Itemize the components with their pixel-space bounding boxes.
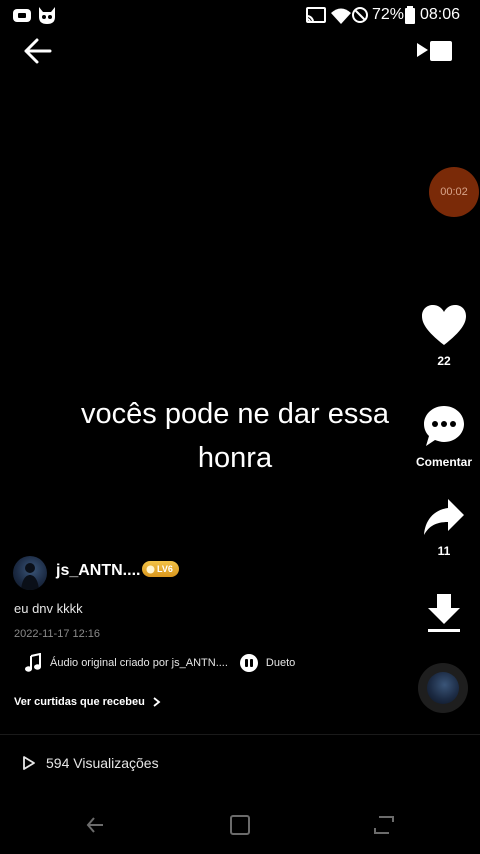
nav-home-icon[interactable] — [229, 814, 251, 836]
music-disc[interactable] — [418, 663, 468, 713]
like-button[interactable]: 22 — [414, 303, 474, 368]
do-not-disturb-icon — [352, 7, 368, 23]
status-bar: 72% 08:06 — [0, 0, 480, 30]
timer-text: 00:02 — [440, 186, 468, 198]
view-likes-label: Ver curtidas que recebeu — [14, 696, 145, 708]
share-arrow-icon — [424, 499, 464, 535]
devil-icon — [39, 7, 55, 24]
post-date: 2022-11-17 12:16 — [14, 628, 101, 640]
duet-icon-bars — [244, 659, 253, 667]
heart-icon — [422, 305, 466, 345]
video-camera-icon[interactable] — [416, 38, 454, 64]
nav-recents-icon[interactable] — [373, 814, 395, 836]
share-button[interactable]: 11 — [414, 497, 474, 558]
divider — [0, 734, 480, 735]
download-icon — [428, 594, 460, 632]
comment-icon — [424, 406, 464, 446]
android-nav-bar — [0, 796, 480, 854]
level-star-icon — [146, 565, 155, 573]
play-outline-icon — [23, 756, 35, 770]
top-bar — [0, 30, 480, 75]
nav-back-icon[interactable] — [85, 814, 107, 836]
share-count: 11 — [437, 544, 451, 558]
views-count: 594 Visualizações — [46, 755, 159, 771]
audio-row[interactable]: Áudio original criado por js_ANTN.... Du… — [24, 653, 295, 673]
download-button[interactable] — [414, 592, 474, 641]
music-disc-avatar — [427, 672, 459, 704]
level-text: LV6 — [157, 564, 173, 574]
back-button[interactable] — [22, 36, 54, 66]
author-avatar[interactable] — [13, 556, 47, 590]
cast-icon — [306, 7, 326, 23]
wifi-icon — [331, 8, 351, 24]
audio-label: Áudio original criado por js_ANTN.... — [50, 657, 228, 669]
duet-icon[interactable] — [239, 654, 258, 672]
views-row[interactable]: 594 Visualizações — [22, 752, 159, 774]
sim-icon — [13, 9, 31, 22]
music-note-icon — [25, 653, 41, 672]
author-name[interactable]: js_ANTN.... — [56, 562, 140, 580]
comment-button[interactable]: Comentar — [414, 404, 474, 469]
battery-icon — [405, 6, 415, 24]
person-silhouette-icon — [21, 563, 39, 590]
chevron-right-icon — [153, 697, 161, 707]
post-text: eu dnv kkkk — [14, 601, 83, 616]
view-likes-link[interactable]: Ver curtidas que recebeu — [14, 695, 163, 709]
duet-label[interactable]: Dueto — [266, 657, 295, 669]
level-badge: LV6 — [142, 561, 179, 577]
timer-badge[interactable]: 00:02 — [429, 167, 479, 217]
video-caption: vocês pode ne dar essa honra — [81, 398, 389, 474]
clock: 08:06 — [420, 6, 461, 23]
comment-label: Comentar — [415, 455, 472, 469]
like-count: 22 — [437, 354, 451, 368]
battery-percent: 72% — [372, 6, 405, 23]
